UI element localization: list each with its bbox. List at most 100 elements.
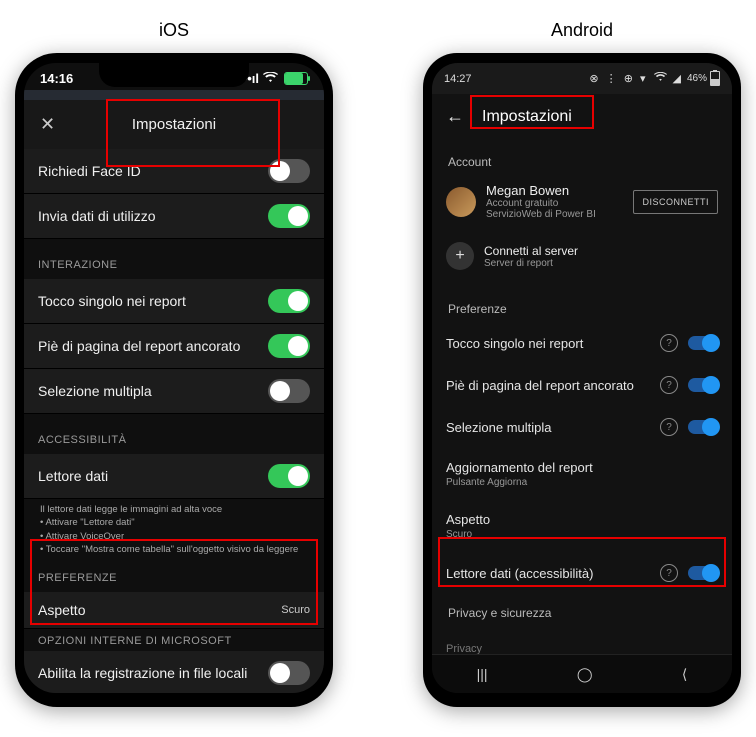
toggle-tap[interactable] — [268, 289, 310, 313]
account-info: Megan Bowen Account gratuito ServizioWeb… — [486, 183, 623, 220]
android-statusbar: 14:27 ⊗ ⋮ ⊕ ▾ ◢ 46% — [432, 63, 732, 94]
row-multi: Selezione multipla — [24, 369, 324, 414]
label-faceid: Richiedi Face ID — [38, 163, 141, 179]
toggle-multi[interactable] — [268, 379, 310, 403]
nav-recent-icon[interactable]: ||| — [477, 666, 488, 682]
avatar — [446, 187, 476, 217]
help-icon[interactable]: ? — [660, 334, 678, 352]
row-aspetto[interactable]: Aspetto Scuro — [24, 592, 324, 629]
arow-multi: Selezione multipla ? — [432, 406, 732, 448]
back-arrow-icon[interactable]: ← — [446, 106, 464, 127]
label-usage: Invia dati di utilizzo — [38, 208, 156, 224]
section-preferenze: PREFERENZE — [24, 564, 324, 592]
label-aspetto-a: Aspetto — [446, 512, 490, 527]
note2: Attivare VoiceOver — [45, 531, 124, 542]
sub-aspetto-a: Scuro — [446, 529, 718, 540]
android-header: ← Impostazioni — [432, 94, 732, 139]
iphone-notch — [99, 63, 249, 87]
row-faceid: Richiedi Face ID — [24, 149, 324, 194]
note3: Toccare "Mostra come tabella" sull'ogget… — [46, 544, 299, 555]
row-filelog: Abilita la registrazione in file locali — [24, 651, 324, 693]
note-head: Il lettore dati legge le immagini ad alt… — [40, 503, 308, 516]
toggle-usage[interactable] — [268, 204, 310, 228]
label-multi-a: Selezione multipla — [446, 420, 552, 435]
battery-percent: 46% — [687, 73, 707, 84]
ios-header: ✕ Impostazioni — [24, 100, 324, 149]
platform-label-ios: iOS — [159, 20, 189, 41]
switch-reader[interactable] — [688, 566, 718, 580]
help-icon[interactable]: ? — [660, 564, 678, 582]
switch-footer[interactable] — [688, 378, 718, 392]
connect-sub: Server di report — [484, 258, 718, 269]
ios-screen: 14:16 ••ıl ✕ Impostazioni Richiedi Face … — [24, 63, 324, 693]
label-refresh: Aggiornamento del report — [446, 460, 593, 475]
nav-back-icon[interactable]: ⟨ — [682, 666, 687, 683]
plus-icon: + — [446, 242, 474, 270]
ios-time: 14:16 — [40, 71, 73, 86]
android-phone-frame: 14:27 ⊗ ⋮ ⊕ ▾ ◢ 46% ← Impostazioni — [423, 53, 741, 707]
arow-tap: Tocco singolo nei report ? — [432, 322, 732, 364]
signal-icon: ◢ — [673, 72, 681, 85]
toggle-reader[interactable] — [268, 464, 310, 488]
arow-aspetto[interactable]: Aspetto Scuro — [432, 500, 732, 552]
account-row[interactable]: Megan Bowen Account gratuito ServizioWeb… — [432, 175, 732, 228]
nav-home-icon[interactable]: ◯ — [577, 666, 593, 683]
android-time: 14:27 — [444, 73, 472, 85]
label-filelog: Abilita la registrazione in file locali — [38, 665, 247, 681]
battery-indicator: 46% — [687, 71, 720, 86]
switch-tap[interactable] — [688, 336, 718, 350]
arow-refresh[interactable]: Aggiornamento del report Pulsante Aggior… — [432, 448, 732, 500]
wifi-icon — [263, 71, 278, 86]
connect-label: Connetti al server — [484, 244, 718, 258]
android-navbar: ||| ◯ ⟨ — [432, 654, 732, 693]
note1: Attivare "Lettore dati" — [45, 517, 134, 528]
page-title: Impostazioni — [24, 116, 324, 133]
page-title: Impostazioni — [482, 108, 572, 126]
row-footer: Piè di pagina del report ancorato — [24, 324, 324, 369]
section-accessibilita: ACCESSIBILITÀ — [24, 414, 324, 454]
label-footer-a: Piè di pagina del report ancorato — [446, 378, 634, 393]
label-reader: Lettore dati — [38, 468, 108, 484]
close-icon[interactable]: ✕ — [40, 114, 55, 135]
toggle-footer[interactable] — [268, 334, 310, 358]
value-aspetto: Scuro — [281, 604, 310, 616]
switch-multi[interactable] — [688, 420, 718, 434]
arow-footer: Piè di pagina del report ancorato ? — [432, 364, 732, 406]
section-interazione: INTERAZIONE — [24, 239, 324, 279]
section-ms: OPZIONI INTERNE DI MICROSOFT — [24, 629, 324, 651]
battery-icon — [710, 71, 720, 86]
wifi-icon — [654, 72, 667, 85]
row-single-tap: Tocco singolo nei report — [24, 279, 324, 324]
signout-button[interactable]: DISCONNETTI — [633, 190, 718, 214]
platform-label-android: Android — [551, 20, 613, 41]
label-tap-a: Tocco singolo nei report — [446, 336, 583, 351]
reader-notes: Il lettore dati legge le immagini ad alt… — [24, 499, 324, 564]
android-column: Android 14:27 ⊗ ⋮ ⊕ ▾ ◢ 46% ← — [423, 20, 741, 707]
user-sub1: Account gratuito — [486, 198, 623, 209]
label-aspetto: Aspetto — [38, 602, 85, 618]
label-footer: Piè di pagina del report ancorato — [38, 338, 240, 354]
help-icon[interactable]: ? — [660, 376, 678, 394]
sub-refresh: Pulsante Aggiorna — [446, 477, 718, 488]
label-reader-a: Lettore dati (accessibilità) — [446, 566, 593, 581]
arow-reader: Lettore dati (accessibilità) ? — [432, 552, 732, 594]
user-sub2: ServizioWeb di Power BI — [486, 209, 623, 220]
battery-icon — [284, 72, 308, 85]
row-reader: Lettore dati — [24, 454, 324, 499]
section-privacy: Privacy e sicurezza — [432, 594, 732, 626]
ios-column: iOS 14:16 ••ıl ✕ Impostazioni — [15, 20, 333, 707]
row-usage: Invia dati di utilizzo — [24, 194, 324, 239]
section-account: Account — [432, 139, 732, 175]
status-icons: ⊗ ⋮ ⊕ ▾ — [589, 72, 647, 85]
label-multi: Selezione multipla — [38, 383, 152, 399]
ios-phone-frame: 14:16 ••ıl ✕ Impostazioni Richiedi Face … — [15, 53, 333, 707]
help-icon[interactable]: ? — [660, 418, 678, 436]
label-tap: Tocco singolo nei report — [38, 293, 186, 309]
toggle-filelog[interactable] — [268, 661, 310, 685]
ios-nav-shadow — [24, 90, 324, 100]
section-preferenze-android: Preferenze — [432, 278, 732, 322]
toggle-faceid[interactable] — [268, 159, 310, 183]
user-name: Megan Bowen — [486, 183, 623, 198]
connect-server-row[interactable]: + Connetti al server Server di report — [432, 228, 732, 278]
android-screen: 14:27 ⊗ ⋮ ⊕ ▾ ◢ 46% ← Impostazioni — [432, 63, 732, 693]
